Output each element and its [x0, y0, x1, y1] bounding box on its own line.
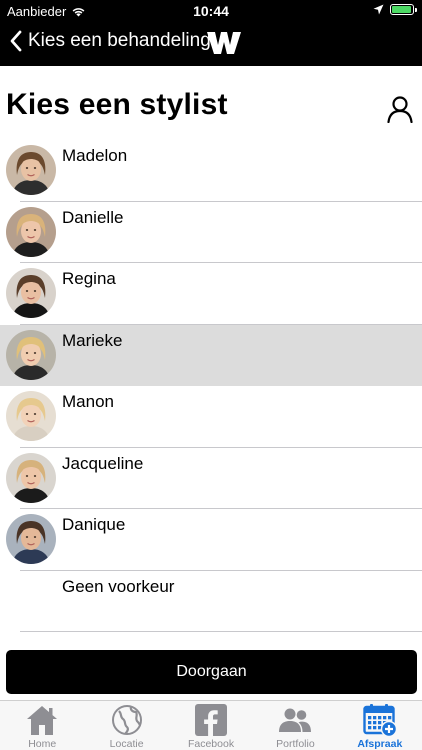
back-button[interactable]: Kies een behandeling [10, 30, 211, 52]
back-label: Kies een behandeling [28, 30, 211, 51]
avatar [6, 145, 56, 195]
status-right [373, 4, 417, 15]
avatar [6, 329, 56, 380]
tab-label: Portfolio [276, 738, 315, 750]
stylist-row[interactable]: Madelon [0, 140, 422, 202]
chevron-left-icon [10, 30, 22, 52]
stylist-name: Madelon [62, 146, 128, 165]
stylist-name: Danique [62, 515, 126, 534]
tab-locatie[interactable]: Locatie [84, 701, 168, 750]
tab-label: Afspraak [357, 738, 403, 750]
home-icon [25, 703, 59, 737]
stylist-list: Madelon Danielle Regina Marieke Manon Jacquel… [0, 140, 422, 632]
stylist-row[interactable]: Marieke [0, 324, 422, 386]
continue-button[interactable]: Doorgaan [6, 650, 417, 694]
people-icon [278, 703, 312, 737]
stylist-row[interactable]: Danique [0, 509, 422, 571]
calendar-add-icon [363, 703, 398, 738]
tab-label: Home [28, 738, 57, 750]
stylist-name: Regina [62, 269, 116, 288]
person-icon[interactable] [386, 95, 414, 123]
facebook-icon [194, 703, 228, 737]
battery-fill [392, 6, 411, 13]
globe-icon [110, 703, 144, 737]
avatar [6, 268, 56, 318]
status-bar: Aanbieder 10:44 [0, 0, 422, 22]
stylist-name: Danielle [62, 207, 124, 227]
stylist-row[interactable]: Geen voorkeur [0, 571, 422, 632]
row-divider [20, 631, 422, 632]
avatar [6, 391, 56, 441]
stylist-name: Marieke [62, 330, 123, 350]
tab-label: Facebook [187, 738, 235, 750]
stylist-name: Manon [62, 392, 114, 411]
stylist-row[interactable]: Jacqueline [0, 448, 422, 509]
status-time: 10:44 [193, 3, 229, 19]
avatar [6, 514, 56, 564]
w-logo-icon [207, 32, 241, 54]
stylist-name: Jacqueline [62, 453, 144, 473]
battery-icon [390, 4, 417, 15]
tab-afspraak[interactable]: Afspraak [338, 701, 422, 750]
stylist-row[interactable]: Danielle [0, 202, 422, 263]
stylist-row[interactable]: Regina [0, 263, 422, 325]
location-arrow-icon [373, 4, 384, 15]
tab-bar: Home Locatie Facebook Portfolio Afspraak [0, 700, 422, 750]
nav-bar: Kies een behandeling [0, 22, 422, 66]
stylist-row[interactable]: Manon [0, 386, 422, 448]
page-title: Kies een stylist [6, 88, 228, 121]
tab-facebook[interactable]: Facebook [169, 701, 253, 750]
avatar [6, 452, 56, 503]
avatar [6, 206, 56, 257]
stylist-name: Geen voorkeur [62, 576, 175, 596]
tab-portfolio[interactable]: Portfolio [253, 701, 337, 750]
tab-home[interactable]: Home [0, 701, 84, 750]
tab-label: Locatie [109, 738, 144, 750]
